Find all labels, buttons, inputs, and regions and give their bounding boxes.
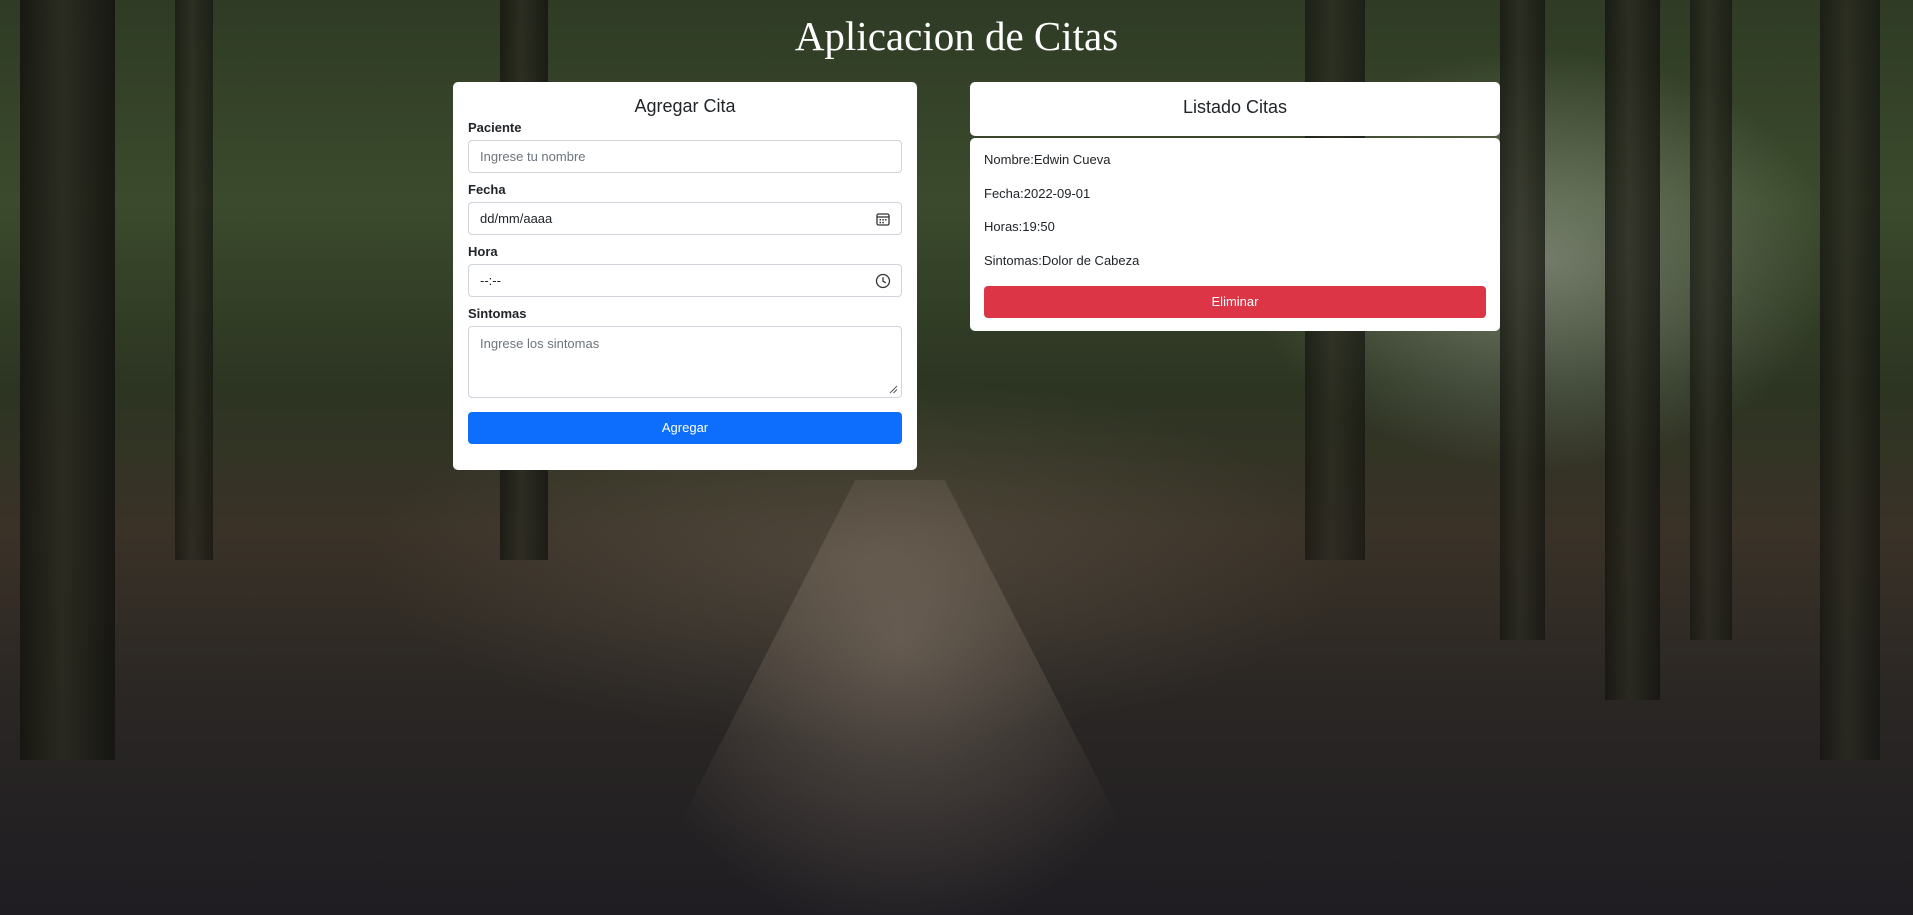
resize-grip-icon[interactable] (889, 385, 898, 394)
paciente-input[interactable]: Ingrese tu nombre (468, 140, 902, 173)
list-heading: Listado Citas (1182, 97, 1288, 117)
eliminar-button[interactable]: Eliminar (984, 286, 1486, 318)
fecha-label: Fecha (468, 182, 506, 197)
agregar-button[interactable]: Agregar (468, 412, 902, 444)
sintomas-item-value: Dolor de Cabeza (1041, 252, 1140, 268)
hora-item-label: Horas: (984, 219, 1023, 234)
page-title: Aplicacion de Citas (794, 13, 1119, 59)
calendar-icon[interactable] (875, 211, 891, 227)
appointment-sintomas: Sintomas:Dolor de Cabeza (984, 253, 1486, 287)
appointment-fecha: Fecha:2022-09-01 (984, 186, 1486, 220)
hora-value: --:-- (480, 273, 501, 288)
add-appointment-form: Agregar Cita Paciente Ingrese tu nombre … (453, 82, 917, 470)
fecha-input[interactable]: dd/mm/aaaa (468, 202, 902, 235)
hora-label: Hora (468, 244, 498, 259)
sintomas-placeholder: Ingrese los sintomas (480, 336, 600, 351)
paciente-label: Paciente (468, 120, 522, 135)
appointment-hora: Horas:19:50 (984, 219, 1486, 253)
hora-input[interactable]: --:-- (468, 264, 902, 297)
appointment-card: Nombre:Edwin Cueva Fecha:2022-09-01 Hora… (970, 138, 1500, 331)
form-heading: Agregar Cita (634, 96, 736, 116)
nombre-value: Edwin Cueva (1033, 152, 1111, 167)
paciente-placeholder: Ingrese tu nombre (480, 149, 586, 164)
clock-icon[interactable] (875, 273, 891, 289)
appointment-nombre: Nombre:Edwin Cueva (984, 152, 1486, 186)
nombre-label: Nombre: (984, 152, 1034, 167)
list-header-card: Listado Citas (970, 82, 1500, 136)
sintomas-textarea[interactable]: Ingrese los sintomas (468, 326, 902, 398)
sintomas-label: Sintomas (468, 306, 527, 321)
forest-background (0, 0, 1913, 915)
fecha-item-label: Fecha: (984, 185, 1024, 201)
fecha-value: dd/mm/aaaa (480, 211, 553, 226)
fecha-item-value: 2022-09-01 (1023, 185, 1091, 201)
hora-item-value: 19:50 (1022, 219, 1055, 234)
sintomas-item-label: Sintomas: (984, 252, 1042, 268)
